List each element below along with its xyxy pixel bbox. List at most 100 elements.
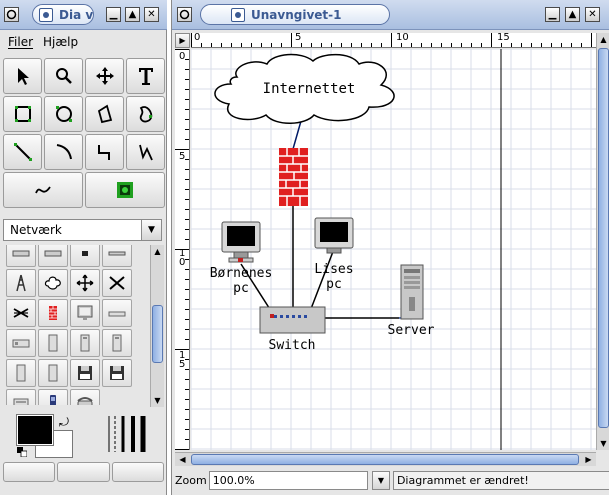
statusbar: Zoom 100.0% ▼ Diagrammet er ændret! — [172, 469, 609, 491]
sheet-obj-flat[interactable] — [102, 299, 132, 327]
sheet-obj-tower5[interactable] — [38, 359, 68, 387]
server-label: Server — [388, 323, 435, 338]
sheet-obj-tower3[interactable] — [102, 329, 132, 357]
sheet-objects-area — [3, 245, 150, 405]
status-message-text: Diagrammet er ændret! — [396, 473, 529, 487]
antenna-icon — [16, 274, 26, 292]
sheet-obj-hub1[interactable] — [6, 245, 36, 267]
maximize-button[interactable]: ▲ — [125, 7, 140, 22]
sheet-obj-telephone[interactable] — [70, 389, 100, 405]
tool-polygon[interactable] — [85, 96, 124, 132]
firewall[interactable] — [279, 148, 308, 206]
sheet-obj-cloud[interactable] — [38, 269, 68, 297]
canvas-hscroll-thumb[interactable] — [191, 454, 579, 465]
tool-zoom[interactable] — [44, 58, 83, 94]
canvas-scroll-down-button[interactable]: ▼ — [597, 437, 609, 450]
diagram-close-button[interactable]: ✕ — [585, 7, 600, 22]
default-colors-icon[interactable] — [17, 447, 27, 457]
sheet-selector[interactable]: Netværk ▼ — [3, 219, 162, 241]
diagram-window-menu-button[interactable] — [177, 7, 192, 22]
arc-icon — [56, 144, 72, 160]
tool-line[interactable] — [3, 134, 42, 170]
menu-filer[interactable]: Filer — [8, 35, 33, 49]
zoom-dropdown-button[interactable]: ▼ — [372, 470, 390, 490]
canvas-vertical-scrollbar[interactable]: ▲ ▼ — [596, 33, 609, 450]
sheet-obj-bar[interactable] — [102, 245, 132, 267]
start-arrow-button[interactable] — [3, 462, 56, 482]
tool-beziergon[interactable] — [126, 96, 165, 132]
foreground-color-swatch[interactable] — [16, 414, 54, 446]
scroll-down-button[interactable]: ▼ — [151, 394, 164, 407]
diagram-titlebar[interactable]: Unavngivet-1 ▁ ▲ ✕ — [172, 0, 609, 30]
sheet-obj-hub2[interactable] — [38, 245, 68, 267]
internet-cloud[interactable]: Internettet — [214, 53, 395, 124]
menu-arrow-button[interactable]: ▶ — [175, 33, 190, 48]
sheet-obj-disk2[interactable] — [102, 359, 132, 387]
sheet-obj-switch-symbol[interactable] — [102, 269, 132, 297]
tool-polyline[interactable] — [126, 134, 165, 170]
sheet-scroll-thumb[interactable] — [152, 305, 163, 363]
toolbox-titlebar[interactable]: Dia v ▁ ▲ ✕ — [0, 0, 167, 30]
sheet-obj-firewall[interactable] — [38, 299, 68, 327]
close-button[interactable]: ✕ — [144, 7, 159, 22]
canvas-scroll-right-button[interactable]: ▶ — [582, 453, 595, 466]
sheet-obj-modem[interactable] — [6, 329, 36, 357]
sheet-dropdown-button[interactable]: ▼ — [141, 220, 161, 240]
scroll-up-button[interactable]: ▲ — [151, 245, 164, 258]
mobile-phone-icon — [50, 395, 56, 405]
tool-ellipse[interactable] — [44, 96, 83, 132]
canvas-scroll-left-button[interactable]: ◀ — [176, 453, 189, 466]
sheet-obj-dot[interactable] — [70, 245, 100, 267]
hruler-label-5: 5 — [295, 33, 302, 43]
diagram-minimize-button[interactable]: ▁ — [545, 7, 560, 22]
telephone-icon — [77, 397, 93, 405]
network-switch[interactable]: Switch — [259, 306, 326, 353]
monitor-icon — [77, 305, 93, 320]
sheet-obj-disk1[interactable] — [70, 359, 100, 387]
canvas-scroll-up-button[interactable]: ▲ — [597, 33, 609, 46]
vruler-label-15: 1 5 — [179, 350, 186, 370]
sheet-obj-tower2[interactable] — [70, 329, 100, 357]
canvas-horizontal-scrollbar[interactable]: ◀ ▶ — [175, 452, 596, 466]
tool-box[interactable] — [3, 96, 42, 132]
pc-lises[interactable]: Lises pc — [314, 217, 354, 292]
zoom-input[interactable]: 100.0% — [208, 470, 369, 490]
tool-scroll[interactable] — [85, 58, 124, 94]
scanner-icon — [13, 398, 29, 405]
sheet-obj-crossroads[interactable] — [70, 269, 100, 297]
sheet-scrollbar[interactable]: ▲ ▼ — [150, 245, 164, 407]
hruler-label-15: 15 — [497, 33, 510, 43]
tool-text[interactable] — [126, 58, 165, 94]
arrow-up-icon: ▲ — [154, 247, 161, 256]
tool-bezierline[interactable] — [3, 172, 83, 208]
diagram-canvas[interactable]: Internettet Børnenes pc Lises pc Switch … — [191, 49, 596, 450]
sheet-obj-tower4[interactable] — [6, 359, 36, 387]
sheet-obj-scanner[interactable] — [6, 389, 36, 405]
sheet-objects-grid — [3, 245, 150, 405]
swap-colors-icon[interactable]: ⤾ — [59, 415, 69, 430]
tool-zigzag[interactable] — [85, 134, 124, 170]
floppy-icon — [78, 366, 92, 380]
tool-pointer[interactable] — [3, 58, 42, 94]
canvas-vscroll-thumb[interactable] — [598, 48, 609, 428]
window-menu-icon — [179, 9, 190, 20]
diagram-maximize-button[interactable]: ▲ — [565, 7, 580, 22]
window-menu-button[interactable] — [4, 7, 19, 22]
ellipse-icon — [55, 106, 72, 122]
line-width-icon[interactable] — [105, 414, 149, 454]
server[interactable]: Server — [388, 264, 435, 338]
end-arrow-button[interactable] — [111, 462, 164, 482]
sheet-obj-tower1[interactable] — [38, 329, 68, 357]
line-style-button[interactable] — [57, 462, 110, 482]
minimize-button[interactable]: ▁ — [106, 7, 121, 22]
menu-hjaelp[interactable]: Hjælp — [43, 35, 78, 49]
sheet-obj-router[interactable] — [6, 299, 36, 327]
bar-icon — [108, 251, 126, 256]
polygon-icon — [97, 104, 112, 124]
sheet-obj-monitor[interactable] — [70, 299, 100, 327]
pc-bornenes[interactable]: Børnenes pc — [210, 221, 273, 296]
tool-arc[interactable] — [44, 134, 83, 170]
sheet-obj-mobile[interactable] — [38, 389, 68, 405]
sheet-obj-antenna[interactable] — [6, 269, 36, 297]
tool-image[interactable] — [85, 172, 165, 208]
